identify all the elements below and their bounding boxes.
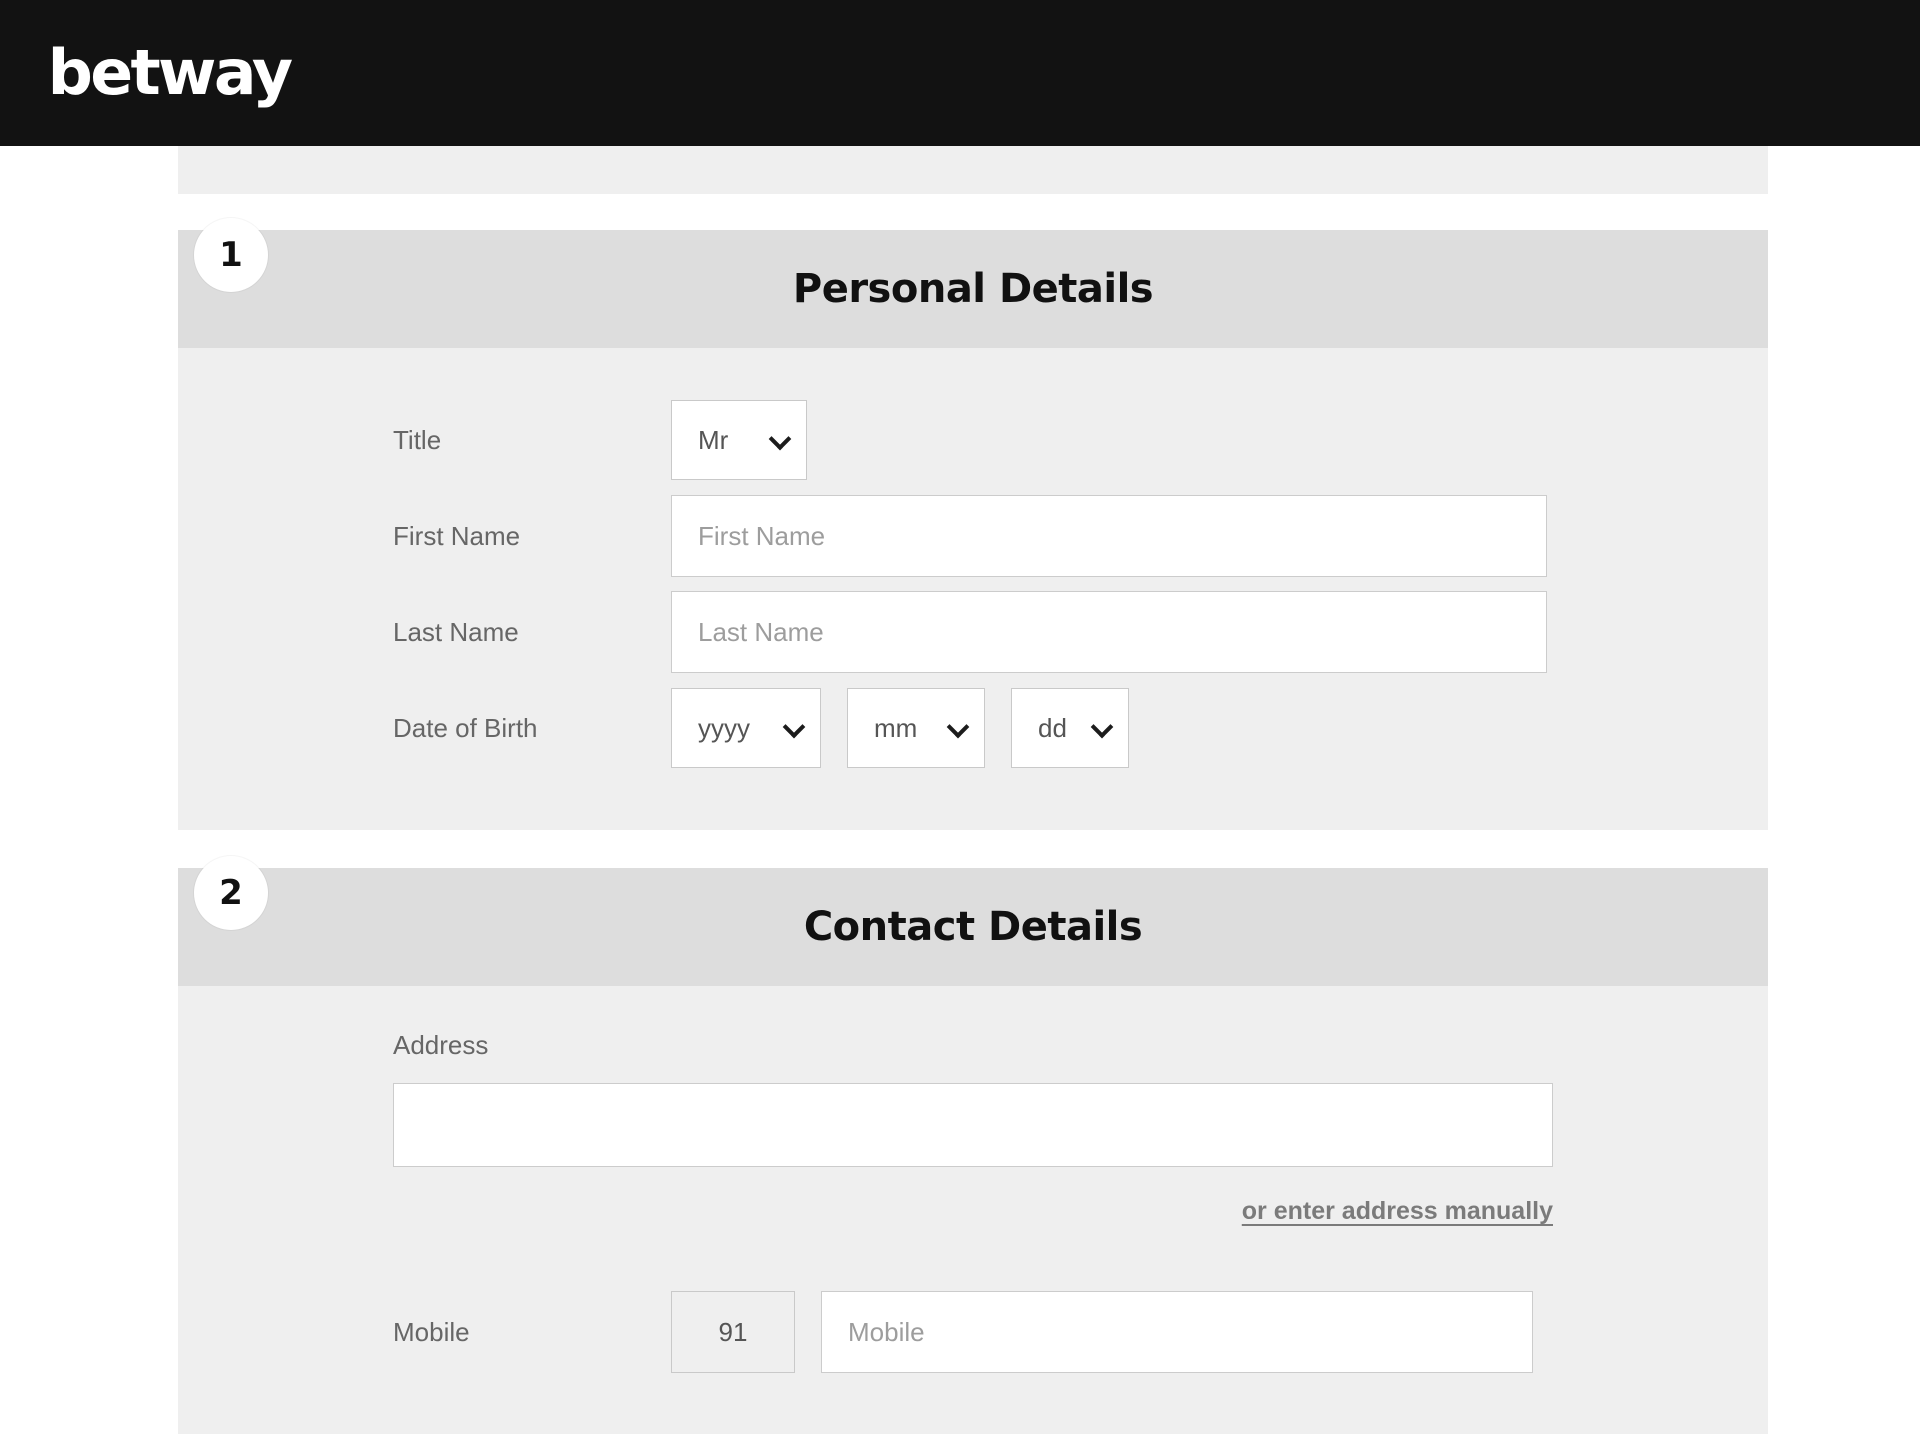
address-input[interactable]: [393, 1083, 1553, 1167]
dob-year-value: yyyy: [698, 712, 750, 743]
field-row-mobile: Mobile 91: [178, 1284, 1768, 1380]
section-personal-details: 1 Personal Details Title Mr First Name F…: [178, 218, 1768, 830]
mobile-input[interactable]: [821, 1291, 1533, 1373]
label-date-of-birth: Date of Birth: [393, 712, 538, 743]
section-body-contact-details: Address or enter address manually Mobile…: [178, 986, 1768, 1434]
chevron-down-icon: [1090, 715, 1114, 739]
chevron-down-icon: [768, 427, 792, 451]
first-name-input[interactable]: [671, 495, 1547, 577]
betway-logo[interactable]: betway: [48, 42, 294, 104]
dob-month-value: mm: [874, 712, 918, 743]
control-date-of-birth: yyyy mm dd: [671, 688, 1129, 768]
label-mobile: Mobile: [393, 1316, 470, 1347]
registration-form: 1 Personal Details Title Mr First Name F…: [178, 218, 1768, 1440]
control-last-name: [671, 591, 1547, 673]
control-first-name: [671, 495, 1547, 577]
title-select-value: Mr: [698, 424, 729, 455]
last-name-input[interactable]: [671, 591, 1547, 673]
dob-month-select[interactable]: mm: [847, 688, 985, 768]
step-badge-2: 2: [194, 856, 268, 930]
step-badge-1: 1: [194, 218, 268, 292]
dob-day-select[interactable]: dd: [1011, 688, 1129, 768]
label-last-name: Last Name: [393, 616, 519, 647]
section-title-contact-details: Contact Details: [803, 904, 1143, 950]
section-header-personal-details: 1 Personal Details: [178, 218, 1768, 348]
chevron-down-icon: [946, 715, 970, 739]
chevron-down-icon: [782, 715, 806, 739]
title-select[interactable]: Mr: [671, 400, 807, 480]
enter-address-manually-link[interactable]: or enter address manually: [1242, 1197, 1553, 1226]
mobile-country-code-value: 91: [718, 1316, 748, 1347]
control-mobile: 91: [671, 1291, 1533, 1373]
section-title-personal-details: Personal Details: [792, 266, 1154, 312]
field-row-last-name: Last Name: [178, 584, 1768, 680]
label-title: Title: [393, 424, 442, 455]
section-contact-details: 2 Contact Details Address or enter addre…: [178, 856, 1768, 1434]
label-first-name: First Name: [393, 520, 521, 551]
section-body-personal-details: Title Mr First Name First Name Last Name…: [178, 348, 1768, 830]
section-header-contact-details: 2 Contact Details: [178, 856, 1768, 986]
field-row-date-of-birth: Date of Birth yyyy mm dd: [178, 680, 1768, 776]
top-strip: [178, 146, 1768, 194]
field-row-first-name: First Name: [178, 488, 1768, 584]
field-block-address: Address or enter address manually: [178, 1030, 1768, 1226]
field-row-title: Title Mr: [178, 392, 1768, 488]
site-header: betway: [0, 0, 1920, 146]
manual-link-row: or enter address manually: [393, 1197, 1553, 1226]
mobile-country-code[interactable]: 91: [671, 1291, 795, 1373]
dob-year-select[interactable]: yyyy: [671, 688, 821, 768]
label-address: Address: [393, 1030, 489, 1060]
control-title: Mr: [671, 400, 807, 480]
dob-day-value: dd: [1038, 712, 1067, 743]
